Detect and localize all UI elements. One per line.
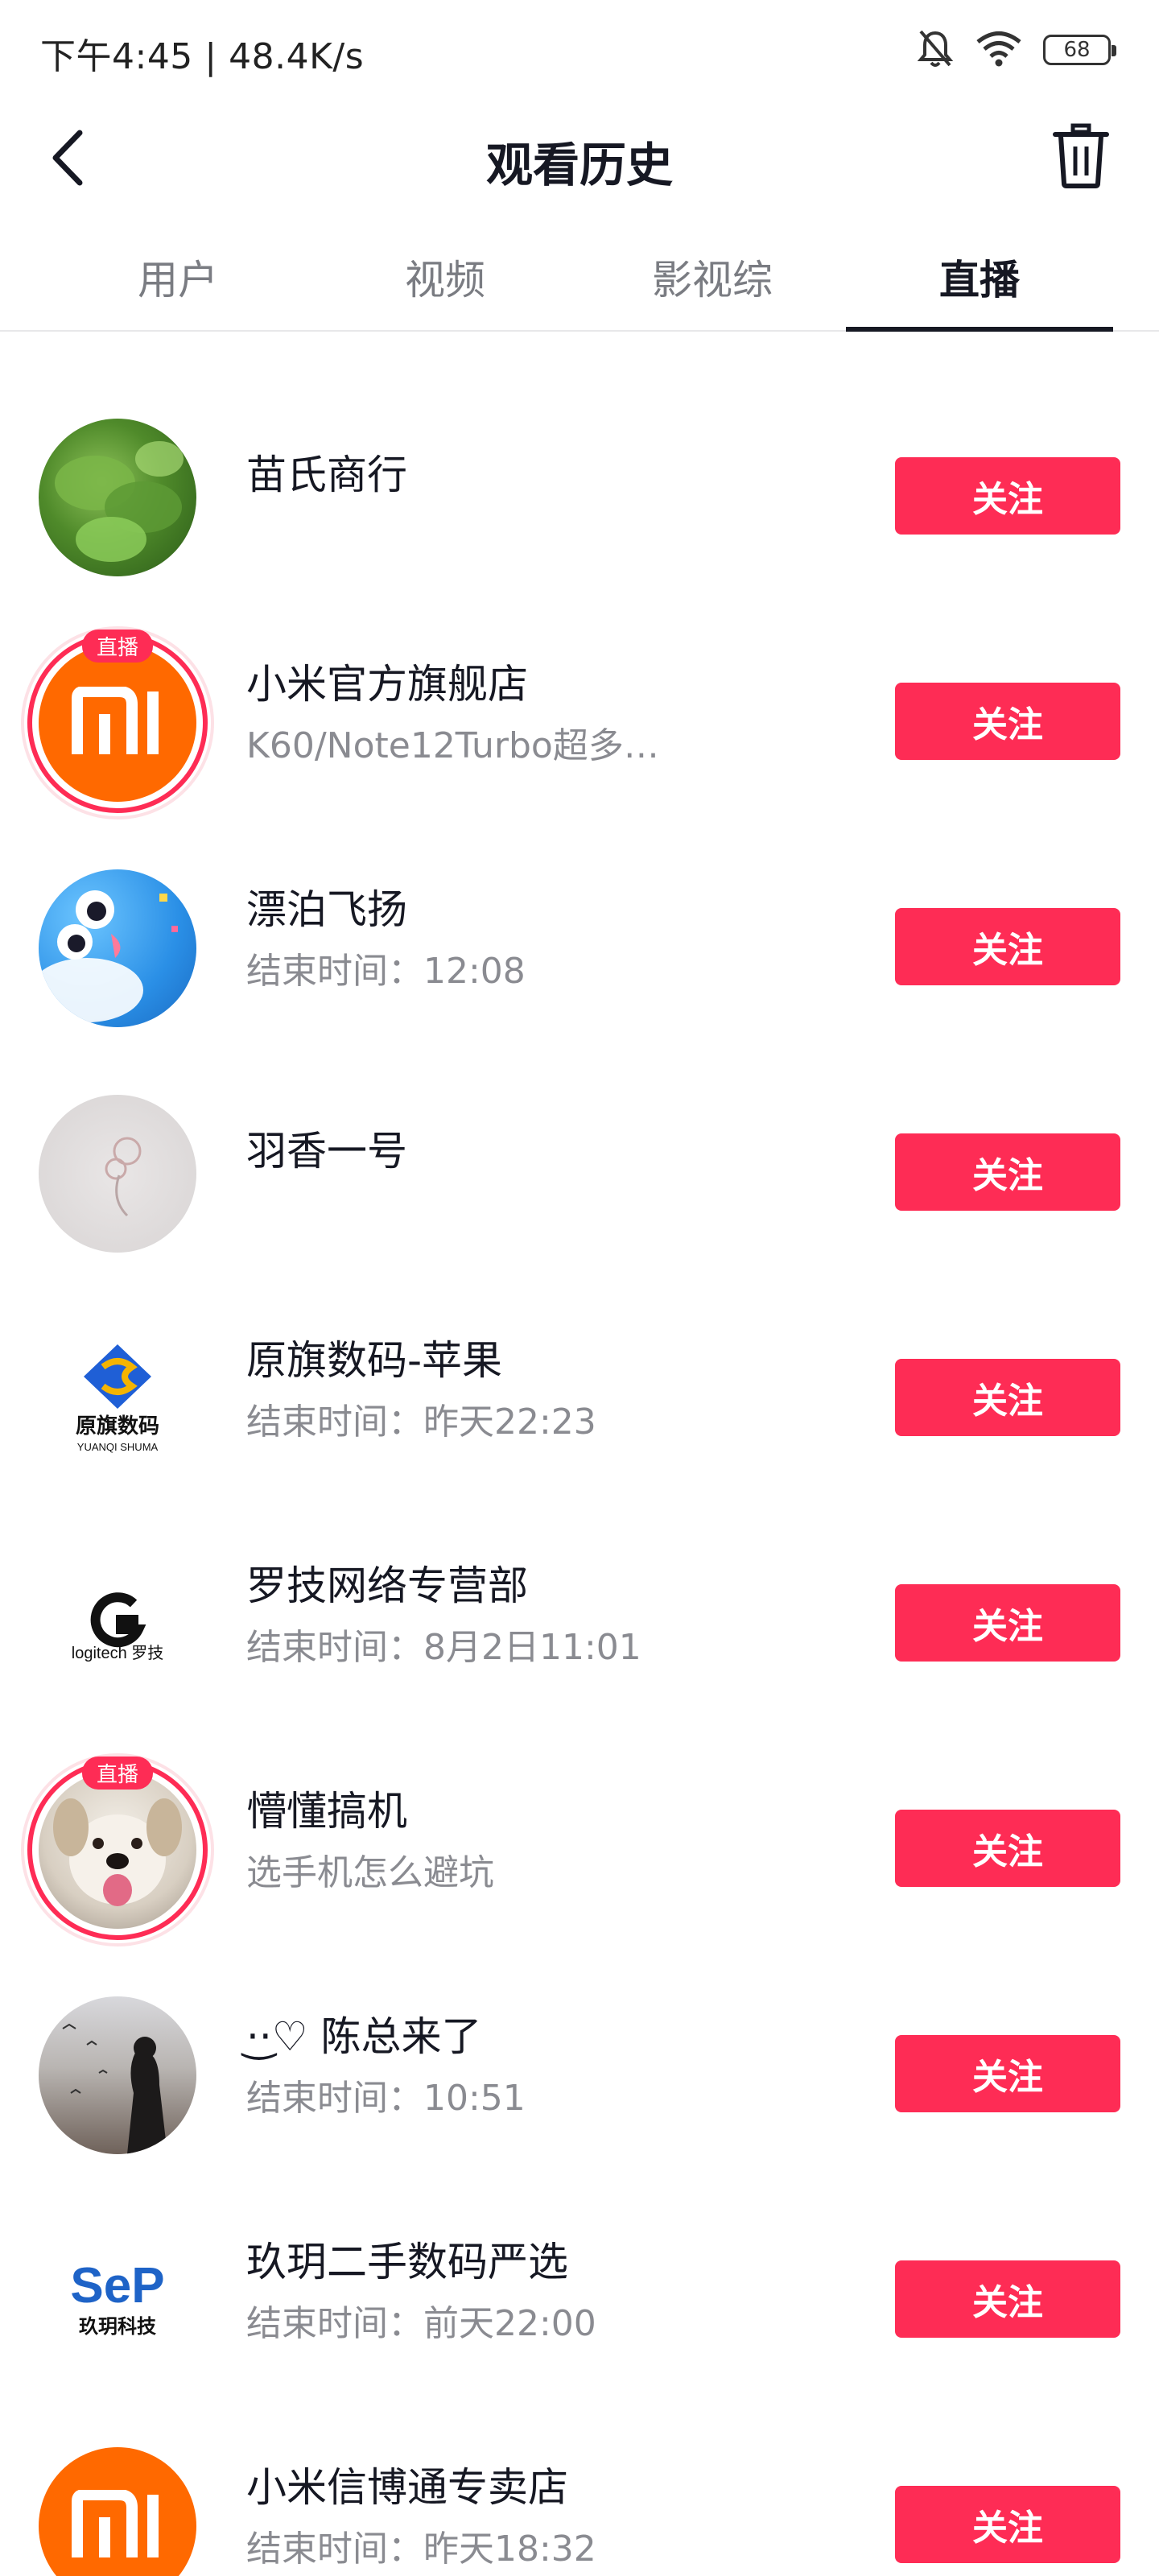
- xiaomi-logo: [39, 2447, 196, 2576]
- list-item[interactable]: 漂泊飞扬 结束时间：12:08 关注: [0, 834, 1159, 1059]
- history-list: 苗氏商行 关注 直播 小米官方旗舰店 K60/Note12Turbo超多… 关注: [0, 383, 1159, 2576]
- wifi-icon: [975, 30, 1022, 70]
- follow-button[interactable]: 关注: [895, 1810, 1120, 1887]
- sep-logo: SeP 玖玥科技: [39, 2222, 196, 2380]
- follow-button[interactable]: 关注: [895, 908, 1120, 985]
- yuanqi-logo: 原旗数码 YUANQI SHUMA: [39, 1320, 196, 1478]
- avatar[interactable]: logitech 罗技: [39, 1546, 196, 1703]
- item-name: 小米信博通专卖店: [246, 2464, 568, 2511]
- item-name: 懵懂搞机: [246, 1788, 407, 1835]
- avatar[interactable]: [39, 2447, 196, 2576]
- logitech-logo: logitech 罗技: [39, 1546, 196, 1703]
- follow-button[interactable]: 关注: [895, 2035, 1120, 2112]
- item-name: 小米官方旗舰店: [246, 661, 528, 708]
- page-title: 观看历史: [485, 138, 673, 192]
- status-time-speed: 下午4:45 | 48.4K/s: [40, 36, 365, 77]
- tab-bar: 用户 视频 影视综 直播: [0, 229, 1159, 332]
- logo-subtext: 玖玥科技: [79, 2315, 157, 2338]
- item-name: 玖玥二手数码严选: [246, 2239, 568, 2285]
- trash-icon: [1052, 122, 1110, 192]
- list-item[interactable]: SeP 玖玥科技 玖玥二手数码严选 结束时间：前天22:00 关注: [0, 2186, 1159, 2412]
- follow-button[interactable]: 关注: [895, 457, 1120, 535]
- item-subtitle: 结束时间：8月2日11:01: [246, 1627, 641, 1668]
- status-icons: 68: [916, 27, 1116, 72]
- avatar-image: [39, 1095, 196, 1253]
- avatar[interactable]: SeP 玖玥科技: [39, 2222, 196, 2380]
- follow-button[interactable]: 关注: [895, 2260, 1120, 2338]
- follow-button[interactable]: 关注: [895, 2486, 1120, 2563]
- item-subtitle: 选手机怎么避坑: [246, 1852, 494, 1893]
- avatar[interactable]: [39, 419, 196, 576]
- avatar[interactable]: [39, 869, 196, 1027]
- list-item[interactable]: 小米信博通专卖店 结束时间：昨天18:32 关注: [0, 2412, 1159, 2576]
- live-badge: 直播: [81, 1757, 154, 1790]
- follow-button[interactable]: 关注: [895, 1359, 1120, 1436]
- avatar[interactable]: 直播: [21, 1753, 214, 1946]
- avatar-image: [39, 869, 196, 1027]
- avatar-image: [39, 1771, 196, 1929]
- logo-text: logitech 罗技: [72, 1644, 164, 1662]
- list-item[interactable]: 直播 小米官方旗舰店 K60/Note12Turbo超多… 关注: [0, 609, 1159, 834]
- battery-level: 68: [1063, 38, 1091, 62]
- mute-bell-icon: [916, 28, 955, 72]
- follow-button[interactable]: 关注: [895, 1133, 1120, 1211]
- item-subtitle: 结束时间：12:08: [246, 951, 526, 992]
- tab-videos[interactable]: 视频: [311, 229, 579, 330]
- item-name: ·͜·♡ 陈总来了: [246, 2013, 482, 2060]
- avatar[interactable]: [39, 1996, 196, 2154]
- item-subtitle: 结束时间：10:51: [246, 2078, 526, 2119]
- logo-text: 原旗数码: [76, 1414, 159, 1439]
- xiaomi-logo: [39, 644, 196, 802]
- item-name: 苗氏商行: [246, 452, 407, 498]
- item-name: 原旗数码-苹果: [246, 1337, 503, 1384]
- item-subtitle: 结束时间：昨天22:23: [246, 1402, 596, 1443]
- tab-users[interactable]: 用户: [44, 229, 311, 330]
- tab-live[interactable]: 直播: [846, 229, 1113, 332]
- battery-indicator: 68: [1043, 35, 1116, 65]
- list-item[interactable]: 苗氏商行 关注: [0, 383, 1159, 609]
- avatar-image: [39, 1996, 196, 2154]
- follow-button[interactable]: 关注: [895, 1584, 1120, 1662]
- logo-subtext: YUANQI SHUMA: [77, 1441, 159, 1453]
- follow-button[interactable]: 关注: [895, 683, 1120, 760]
- tab-film-tv[interactable]: 影视综: [579, 229, 846, 330]
- avatar[interactable]: 原旗数码 YUANQI SHUMA: [39, 1320, 196, 1478]
- item-name: 漂泊飞扬: [246, 886, 407, 933]
- item-name: 罗技网络专营部: [246, 1563, 528, 1609]
- list-item[interactable]: 原旗数码 YUANQI SHUMA 原旗数码-苹果 结束时间：昨天22:23 关…: [0, 1285, 1159, 1510]
- item-subtitle: K60/Note12Turbo超多…: [246, 725, 659, 766]
- item-subtitle: 结束时间：昨天18:32: [246, 2529, 596, 2570]
- item-name: 羽香一号: [246, 1128, 407, 1174]
- list-item[interactable]: 直播 懵懂搞机 选手机怎么避坑 关注: [0, 1736, 1159, 1961]
- status-bar: 下午4:45 | 48.4K/s 68: [0, 0, 1159, 100]
- avatar[interactable]: 直播: [21, 626, 214, 819]
- header: 观看历史: [0, 100, 1159, 221]
- clear-history-button[interactable]: [1046, 121, 1116, 193]
- live-badge: 直播: [81, 630, 154, 663]
- avatar[interactable]: [39, 1095, 196, 1253]
- list-item[interactable]: 羽香一号 关注: [0, 1059, 1159, 1285]
- list-item[interactable]: ·͜·♡ 陈总来了 结束时间：10:51 关注: [0, 1961, 1159, 2186]
- list-item[interactable]: logitech 罗技 罗技网络专营部 结束时间：8月2日11:01 关注: [0, 1510, 1159, 1736]
- avatar-image: [39, 419, 196, 576]
- item-subtitle: 结束时间：前天22:00: [246, 2303, 596, 2344]
- logo-text: SeP: [70, 2258, 164, 2314]
